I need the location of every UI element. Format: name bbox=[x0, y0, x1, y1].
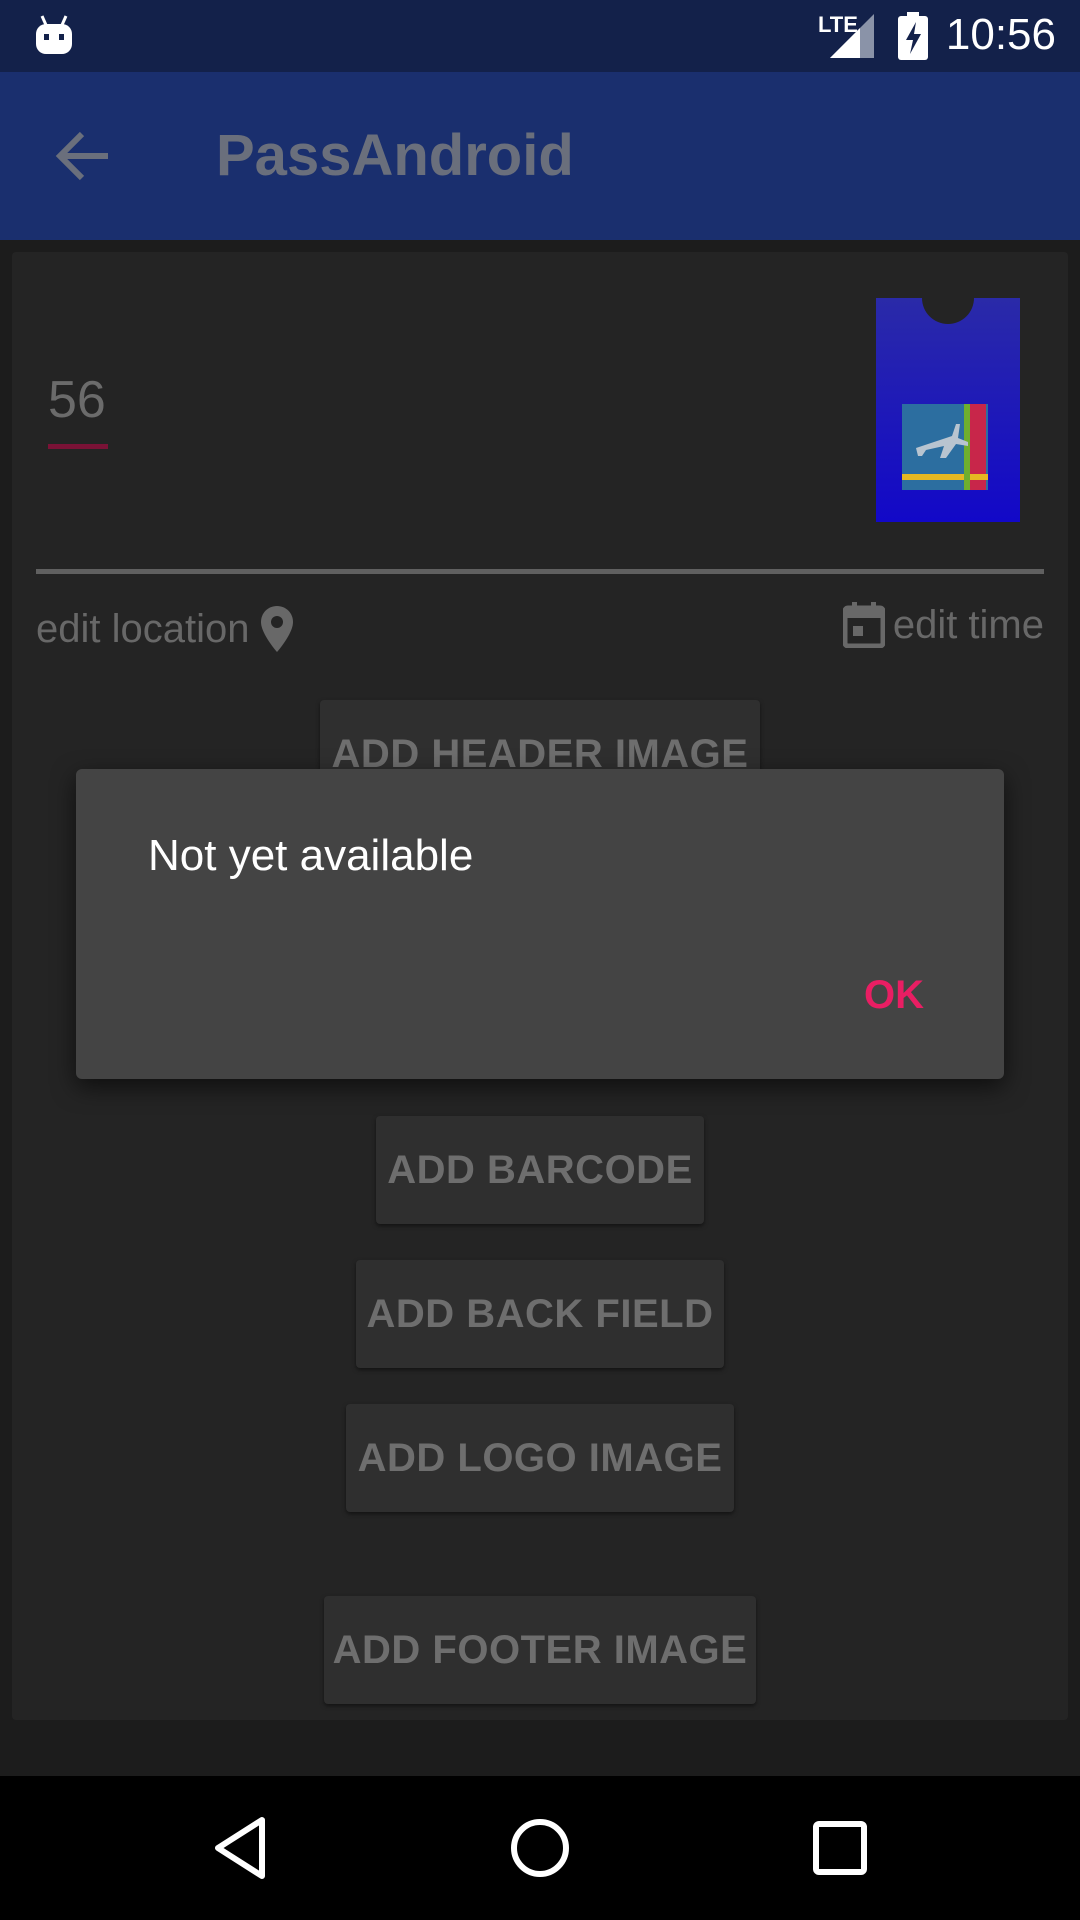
alert-dialog: Not yet available OK bbox=[76, 769, 1004, 1079]
edit-location-label: edit location bbox=[36, 606, 250, 651]
add-logo-image-button[interactable]: ADD LOGO IMAGE bbox=[346, 1404, 734, 1512]
field-underline bbox=[48, 444, 108, 449]
dialog-ok-button[interactable]: OK bbox=[864, 973, 924, 1018]
add-footer-image-button[interactable]: ADD FOOTER IMAGE bbox=[324, 1596, 756, 1704]
android-icon bbox=[36, 15, 72, 54]
battery-charging-icon bbox=[898, 12, 928, 60]
add-back-field-button[interactable]: ADD BACK FIELD bbox=[356, 1260, 724, 1368]
navigation-bar bbox=[0, 1776, 1080, 1920]
pass-image[interactable] bbox=[876, 272, 1020, 522]
map-pin-icon bbox=[261, 606, 294, 652]
pass-ticket-icon bbox=[876, 272, 1020, 522]
pass-number-field[interactable]: 56 bbox=[48, 370, 106, 430]
home-circle-icon[interactable] bbox=[500, 1808, 580, 1888]
status-bar: LTE 10:56 bbox=[0, 0, 1080, 72]
divider bbox=[36, 569, 1044, 574]
app-bar: PassAndroid bbox=[0, 72, 1080, 240]
signal-icon bbox=[830, 14, 874, 58]
dialog-message: Not yet available bbox=[148, 831, 474, 880]
recents-square-icon[interactable] bbox=[800, 1808, 880, 1888]
arrow-left-icon bbox=[55, 131, 108, 181]
app-title: PassAndroid bbox=[216, 123, 574, 188]
clock: 10:56 bbox=[945, 10, 1056, 59]
add-barcode-button[interactable]: ADD BARCODE bbox=[376, 1116, 704, 1224]
calendar-icon bbox=[842, 602, 885, 648]
back-triangle-icon[interactable] bbox=[202, 1808, 282, 1888]
edit-location-button[interactable]: edit location bbox=[36, 606, 294, 652]
edit-time-button[interactable]: edit time bbox=[842, 602, 1044, 648]
edit-time-label: edit time bbox=[892, 602, 1044, 647]
back-button[interactable] bbox=[48, 120, 120, 192]
